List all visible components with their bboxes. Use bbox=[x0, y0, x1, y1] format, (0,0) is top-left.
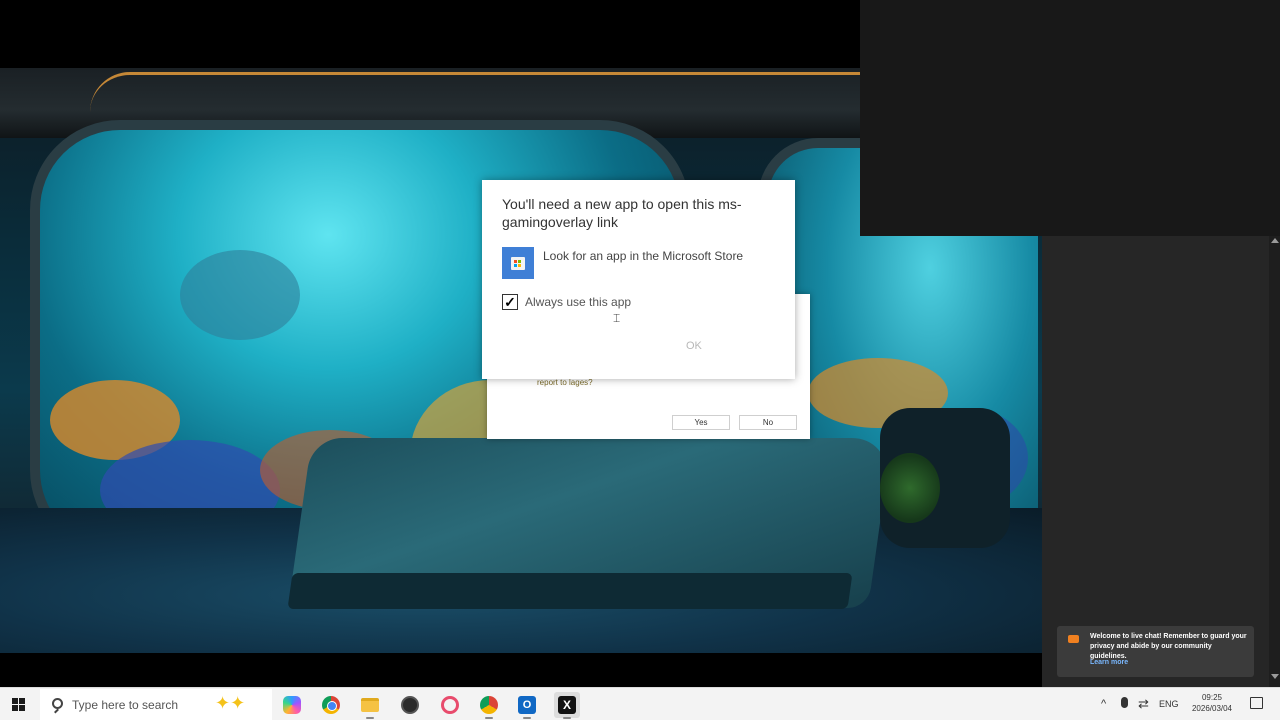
microsoft-store-icon bbox=[502, 247, 534, 279]
network-icon[interactable]: ⇄ bbox=[1138, 696, 1149, 712]
microsoft-store-option-label: Look for an app in the Microsoft Store bbox=[543, 249, 744, 263]
wallpaper-ceiling-light bbox=[90, 72, 860, 112]
search-placeholder: Type here to search bbox=[72, 698, 179, 712]
wallpaper-bed-frame bbox=[287, 573, 853, 609]
explorer-running-indicator bbox=[366, 717, 374, 719]
obs-icon[interactable] bbox=[397, 692, 423, 718]
right-side-panel bbox=[1042, 236, 1280, 687]
windows-start-icon[interactable] bbox=[12, 698, 26, 712]
live-chat-icon bbox=[1068, 635, 1079, 643]
capcut-running-indicator bbox=[563, 717, 571, 719]
yes-button[interactable]: Yes bbox=[672, 415, 730, 430]
learn-more-link[interactable]: Learn more bbox=[1090, 659, 1128, 666]
input-language-indicator[interactable]: ENG bbox=[1159, 699, 1179, 709]
scroll-up-arrow-icon[interactable] bbox=[1271, 238, 1279, 243]
toast-message: Welcome to live chat! Remember to guard … bbox=[1090, 633, 1247, 660]
right-panel-scrollbar[interactable] bbox=[1269, 236, 1280, 687]
notification-center-icon[interactable] bbox=[1250, 697, 1263, 709]
ok-button[interactable]: OK bbox=[686, 340, 702, 352]
wallpaper-plant bbox=[880, 453, 940, 523]
chrome-running-indicator bbox=[485, 717, 493, 719]
capcut-icon[interactable]: X bbox=[554, 692, 580, 718]
chrome-icon[interactable] bbox=[476, 692, 502, 718]
microphone-icon[interactable] bbox=[1121, 697, 1128, 708]
search-icon bbox=[52, 698, 63, 709]
snipping-tool-icon[interactable] bbox=[437, 692, 463, 718]
always-use-checkbox[interactable]: ✓ bbox=[502, 294, 518, 310]
clock-date: 2026/03/04 bbox=[1191, 704, 1233, 713]
always-use-label[interactable]: Always use this app bbox=[525, 295, 631, 309]
taskbar-search-box[interactable]: Type here to search ✦✦ bbox=[40, 689, 272, 720]
mouse-cursor-icon: ⌶ bbox=[613, 311, 621, 325]
microsoft-store-option[interactable]: Look for an app in the Microsoft Store bbox=[502, 247, 782, 279]
clock-time: 09:25 bbox=[1201, 693, 1223, 702]
chrome-icon[interactable] bbox=[318, 692, 344, 718]
copilot-icon[interactable] bbox=[279, 692, 305, 718]
search-highlight-sparkle-icon[interactable]: ✦✦ bbox=[215, 693, 245, 714]
desktop-screen: report to lages? Yes No You'll need a ne… bbox=[0, 0, 1280, 720]
open-with-dialog: You'll need a new app to open this ms-ga… bbox=[482, 180, 795, 379]
outlook-running-indicator bbox=[523, 717, 531, 719]
clock[interactable]: 09:25 2026/03/04 bbox=[1188, 692, 1236, 714]
dialog-title: You'll need a new app to open this ms-ga… bbox=[502, 196, 742, 230]
file-explorer-icon[interactable] bbox=[357, 692, 383, 718]
dark-overlay-panel bbox=[860, 0, 1280, 236]
background-dialog-text: report to lages? bbox=[537, 378, 593, 387]
scroll-down-arrow-icon[interactable] bbox=[1271, 674, 1279, 679]
no-button[interactable]: No bbox=[739, 415, 797, 430]
outlook-icon[interactable]: O bbox=[514, 692, 540, 718]
taskbar: Type here to search ✦✦ O X ^ ⇄ ENG 09:25… bbox=[0, 687, 1280, 720]
live-chat-toast: Welcome to live chat! Remember to guard … bbox=[1057, 626, 1254, 677]
show-hidden-icons-chevron-icon[interactable]: ^ bbox=[1101, 698, 1106, 710]
